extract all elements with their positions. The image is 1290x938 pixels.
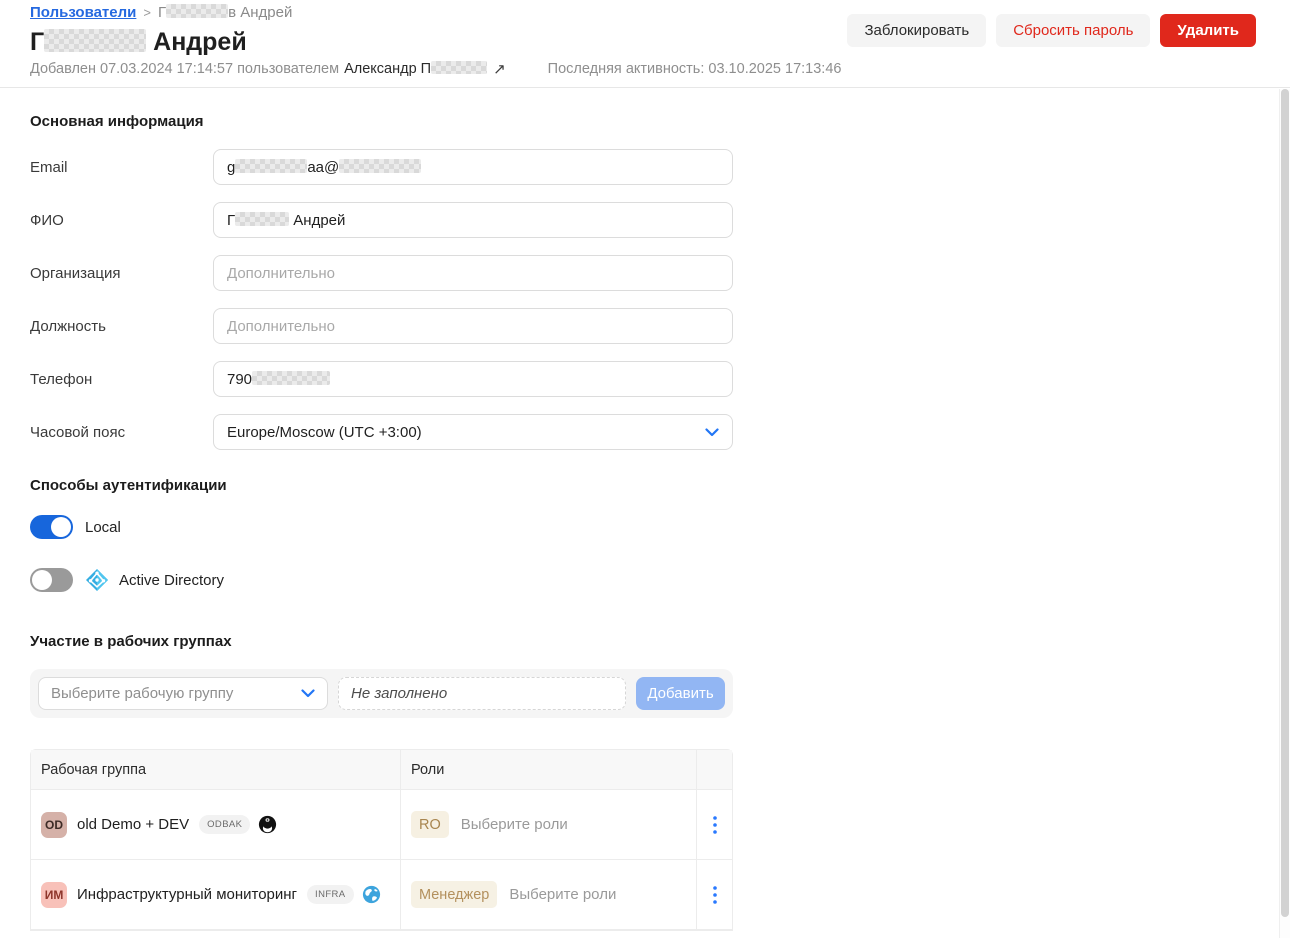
section-workgroups: Участие в рабочих группах	[30, 633, 763, 650]
reset-password-button[interactable]: Сбросить пароль	[996, 14, 1150, 47]
column-header-workgroup: Рабочая группа	[31, 750, 401, 789]
section-main-info: Основная информация	[30, 113, 763, 130]
position-label: Должность	[30, 318, 213, 335]
phone-value: 790	[227, 371, 330, 388]
delete-user-button[interactable]: Удалить	[1160, 14, 1256, 47]
position-placeholder: Дополнительно	[227, 318, 335, 335]
workgroup-cell: OD old Demo + DEV ODBAK	[31, 790, 401, 859]
workgroup-name: Инфраструктурный мониторинг	[77, 886, 297, 903]
scrollbar-thumb[interactable]	[1281, 89, 1289, 917]
page-header: Пользователи > Гв Андрей Г Андрей Добавл…	[0, 0, 1290, 88]
external-link-icon[interactable]: ↗	[493, 60, 506, 78]
workgroup-cell: ИМ Инфраструктурный мониторинг INFRA	[31, 860, 401, 929]
globe-icon	[362, 885, 381, 904]
email-field[interactable]: gaa@	[213, 149, 733, 185]
active-directory-toggle[interactable]	[30, 568, 73, 592]
penguin-icon	[258, 815, 277, 834]
header-actions: Заблокировать Сбросить пароль Удалить	[847, 14, 1256, 47]
timezone-value: Europe/Moscow (UTC +3:00)	[227, 424, 422, 441]
form-row-timezone: Часовой пояс Europe/Moscow (UTC +3:00)	[30, 414, 763, 450]
scrollbar-track[interactable]	[1279, 89, 1290, 938]
row-actions-cell	[697, 790, 732, 859]
timezone-label: Часовой пояс	[30, 424, 213, 441]
timezone-select[interactable]: Europe/Moscow (UTC +3:00)	[213, 414, 733, 450]
roles-cell: RO Выберите роли	[401, 790, 697, 859]
page-title: Г Андрей	[30, 28, 247, 57]
email-label: Email	[30, 159, 213, 176]
table-row: OD old Demo + DEV ODBAK RO	[31, 790, 732, 860]
form-row-organization: Организация Дополнительно	[30, 255, 763, 291]
row-actions-cell	[697, 860, 732, 929]
add-group-button[interactable]: Добавить	[636, 677, 725, 710]
workgroup-tag: INFRA	[307, 885, 354, 904]
column-header-roles: Роли	[401, 750, 697, 789]
workgroup-name: old Demo + DEV	[77, 816, 189, 833]
fullname-field[interactable]: Г Андрей	[213, 202, 733, 238]
kebab-menu-icon[interactable]	[709, 882, 721, 908]
breadcrumb-users-link[interactable]: Пользователи	[30, 4, 136, 21]
phone-label: Телефон	[30, 371, 213, 388]
workgroups-table: Рабочая группа Роли OD old Demo + DEV OD…	[30, 749, 733, 931]
workgroup-select[interactable]: Выберите рабочую группу	[38, 677, 328, 710]
role-badge: RO	[411, 811, 449, 838]
breadcrumb-current: Гв Андрей	[158, 4, 292, 21]
roles-cell: Менеджер Выберите роли	[401, 860, 697, 929]
roles-select-placeholder[interactable]: Выберите роли	[509, 886, 616, 903]
active-directory-label: Active Directory	[119, 572, 224, 589]
organization-label: Организация	[30, 265, 213, 282]
chevron-down-icon	[705, 424, 719, 441]
organization-placeholder: Дополнительно	[227, 265, 335, 282]
phone-field[interactable]: 790	[213, 361, 733, 397]
active-directory-icon	[85, 568, 109, 592]
block-user-button[interactable]: Заблокировать	[847, 14, 986, 47]
fullname-label: ФИО	[30, 212, 213, 229]
created-by-user: Александр П	[344, 61, 487, 77]
toggle-knob	[32, 570, 52, 590]
user-meta: Добавлен 07.03.2024 17:14:57 пользовател…	[30, 60, 841, 78]
add-group-panel: Выберите рабочую группу Не заполнено Доб…	[30, 669, 733, 718]
table-header-row: Рабочая группа Роли	[31, 750, 732, 790]
section-auth: Способы аутентификации	[30, 477, 763, 494]
form-row-email: Email gaa@	[30, 149, 763, 185]
role-badge: Менеджер	[411, 881, 497, 908]
role-input-placeholder: Не заполнено	[351, 685, 447, 702]
workgroup-avatar: OD	[41, 812, 67, 838]
roles-select-placeholder[interactable]: Выберите роли	[461, 816, 568, 833]
chevron-down-icon	[301, 685, 315, 702]
auth-method-active-directory: Active Directory	[30, 568, 763, 592]
main-info-form: Email gaa@ ФИО Г Андрей Организация Допо…	[30, 149, 763, 450]
created-info: Добавлен 07.03.2024 17:14:57 пользовател…	[30, 61, 339, 77]
breadcrumb: Пользователи > Гв Андрей	[30, 4, 292, 21]
form-row-position: Должность Дополнительно	[30, 308, 763, 344]
position-field[interactable]: Дополнительно	[213, 308, 733, 344]
last-activity: Последняя активность: 03.10.2025 17:13:4…	[548, 61, 842, 77]
role-input[interactable]: Не заполнено	[338, 677, 626, 710]
user-detail-page: Пользователи > Гв Андрей Г Андрей Добавл…	[0, 0, 1290, 938]
toggle-knob	[51, 517, 71, 537]
fullname-value: Г Андрей	[227, 212, 345, 229]
kebab-menu-icon[interactable]	[709, 812, 721, 838]
table-row: ИМ Инфраструктурный мониторинг INFRA Мен…	[31, 860, 732, 930]
breadcrumb-separator: >	[143, 5, 151, 20]
workgroup-avatar: ИМ	[41, 882, 67, 908]
form-row-phone: Телефон 790	[30, 361, 763, 397]
workgroup-select-placeholder: Выберите рабочую группу	[51, 685, 233, 702]
auth-method-local: Local	[30, 515, 763, 539]
local-label: Local	[85, 519, 121, 536]
email-value: gaa@	[227, 159, 421, 176]
local-toggle[interactable]	[30, 515, 73, 539]
organization-field[interactable]: Дополнительно	[213, 255, 733, 291]
workgroup-tag: ODBAK	[199, 815, 250, 834]
column-header-actions	[697, 750, 732, 789]
form-row-fullname: ФИО Г Андрей	[30, 202, 763, 238]
main-content: Основная информация Email gaa@ ФИО Г Анд…	[0, 113, 763, 931]
